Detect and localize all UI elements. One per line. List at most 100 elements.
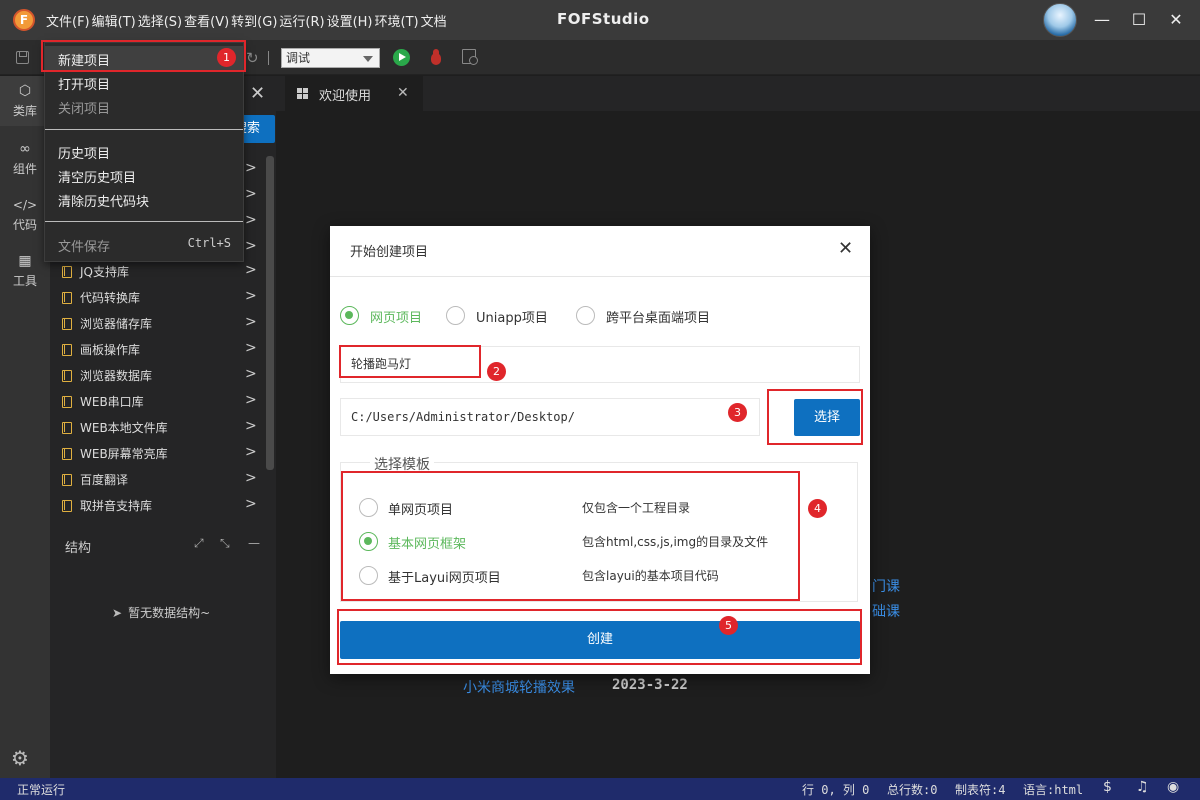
chevron-right-icon: > — [245, 444, 257, 460]
menu-item-save-file[interactable]: 文件保存 Ctrl+S — [45, 232, 243, 256]
chevron-right-icon: > — [245, 314, 257, 330]
radio-uniapp-project[interactable] — [446, 306, 465, 325]
chevron-right-icon: > — [245, 496, 257, 512]
radio-label[interactable]: Uniapp项目 — [476, 307, 548, 326]
language-mode[interactable]: 语言:html — [1023, 781, 1083, 798]
list-item[interactable]: WEB屏幕常亮库 > — [50, 440, 264, 466]
list-item[interactable]: 画板操作库 > — [50, 336, 264, 362]
menu-item-open-project[interactable]: 打开项目 — [45, 70, 243, 94]
annotation-box — [337, 609, 862, 665]
example-link[interactable]: 小米商城轮播效果 — [463, 677, 575, 697]
annotation-badge: 3 — [728, 403, 747, 422]
menu-item-label: 清空历史项目 — [58, 171, 137, 186]
run-mode-select[interactable]: 调试 — [281, 48, 380, 68]
search-button[interactable]: 搜索 — [242, 115, 275, 143]
list-item[interactable]: 浏览器储存库 > — [50, 310, 264, 336]
activity-item-components[interactable]: ∞ 组件 — [0, 134, 50, 184]
menu-divider — [45, 129, 243, 130]
structure-title: 结构 — [65, 541, 92, 556]
menu-item-close-project[interactable]: 关闭项目 — [45, 94, 243, 118]
library-item-label: WEB屏幕常亮库 — [80, 447, 168, 461]
app-title: FOFStudio — [557, 10, 650, 28]
dollar-icon[interactable]: $ — [1103, 779, 1112, 795]
title-bar: F 文件(F) 编辑(T) 选择(S) 查看(V) 转到(G) 运行(R) 设置… — [0, 0, 1200, 40]
menu-item-label: 清除历史代码块 — [58, 195, 150, 210]
menu-goto[interactable]: 转到(G) — [231, 11, 277, 30]
tab-size[interactable]: 制表符:4 — [955, 781, 1005, 798]
redo-icon[interactable]: ↻ — [246, 49, 259, 67]
activity-item-tools[interactable]: ▦ 工具 — [0, 246, 50, 296]
activity-item-library[interactable]: ⬡ 类库 — [0, 76, 50, 126]
library-item-label: 取拼音支持库 — [80, 499, 153, 513]
tab-close-icon[interactable]: ✕ — [397, 85, 409, 101]
minimize-panel-icon[interactable]: — — [248, 536, 260, 550]
radio-label[interactable]: 跨平台桌面端项目 — [606, 307, 710, 326]
list-item[interactable]: 取拼音支持库 > — [50, 492, 264, 518]
cube-icon: ⬡ — [18, 83, 32, 99]
course-link[interactable]: 础课 — [872, 601, 900, 621]
menu-file[interactable]: 文件(F) — [46, 11, 90, 30]
book-icon — [62, 318, 72, 330]
radio-web-project[interactable] — [340, 306, 359, 325]
close-icon[interactable]: ✕ — [838, 238, 853, 259]
library-item-label: WEB本地文件库 — [80, 421, 168, 435]
run-play-icon[interactable] — [393, 49, 410, 66]
tab-welcome[interactable]: 欢迎使用 ✕ — [285, 76, 423, 111]
close-icon[interactable]: ✕ — [250, 83, 265, 104]
library-item-label: 画板操作库 — [80, 343, 141, 357]
send-icon: ➤ — [112, 606, 123, 620]
menu-item-clear-code-blocks[interactable]: 清除历史代码块 — [45, 187, 243, 211]
menu-select[interactable]: 选择(S) — [138, 11, 182, 30]
course-link[interactable]: 门课 — [872, 576, 900, 596]
book-icon — [62, 344, 72, 356]
project-path-input[interactable]: C:/Users/Administrator/Desktop/ — [340, 398, 760, 436]
chevron-right-icon: > — [245, 418, 257, 434]
radio-label[interactable]: 网页项目 — [370, 307, 422, 326]
menu-view[interactable]: 查看(V) — [184, 11, 229, 30]
activity-item-code[interactable]: </> 代码 — [0, 190, 50, 240]
annotation-badge: 1 — [217, 48, 236, 67]
cursor-position[interactable]: 行 0, 列 0 — [802, 781, 869, 798]
list-item[interactable]: 代码转换库 > — [50, 284, 264, 310]
run-mode-value: 调试 — [286, 51, 311, 65]
gear-icon[interactable]: ⚙ — [11, 746, 29, 770]
maximize-button[interactable]: ☐ — [1127, 8, 1151, 32]
menu-settings[interactable]: 设置(H) — [327, 11, 373, 30]
user-avatar[interactable] — [1043, 3, 1077, 37]
structure-panel-header: 结构 ⤢ ⤡ — — [50, 530, 276, 560]
menu-environment[interactable]: 环境(T) — [375, 11, 419, 30]
library-item-label: WEB串口库 — [80, 395, 144, 409]
radio-desktop-project[interactable] — [576, 306, 595, 325]
menu-item-history-projects[interactable]: 历史项目 — [45, 139, 243, 163]
expand-icon[interactable]: ⤢ — [194, 536, 204, 551]
chevron-right-icon: > — [245, 470, 257, 486]
book-icon — [62, 266, 72, 278]
notification-icon[interactable]: ◉ — [1167, 779, 1179, 795]
inspect-icon[interactable] — [462, 49, 478, 65]
list-item[interactable]: 浏览器数据库 > — [50, 362, 264, 388]
chevron-down-icon — [363, 56, 373, 62]
annotation-box — [339, 345, 481, 378]
chevron-right-icon: > — [245, 212, 257, 228]
menu-edit[interactable]: 编辑(T) — [92, 11, 136, 30]
annotation-badge: 4 — [808, 499, 827, 518]
debug-bug-icon[interactable] — [428, 48, 444, 66]
list-item[interactable]: WEB本地文件库 > — [50, 414, 264, 440]
list-item[interactable]: 百度翻译 > — [50, 466, 264, 492]
menu-divider — [45, 221, 243, 222]
minimize-button[interactable]: — — [1090, 8, 1114, 32]
total-lines: 总行数:0 — [887, 783, 938, 797]
dialog-divider — [330, 276, 870, 277]
collapse-icon[interactable]: ⤡ — [220, 536, 230, 551]
menu-item-label: 历史项目 — [58, 147, 111, 162]
bell-icon[interactable]: ♫ — [1136, 779, 1149, 795]
save-icon[interactable] — [16, 51, 29, 64]
menu-docs[interactable]: 文档 — [421, 11, 447, 30]
sidebar-scrollbar[interactable] — [266, 156, 274, 470]
empty-structure-text: 暂无数据结构~ — [128, 606, 211, 620]
close-window-button[interactable]: ✕ — [1164, 8, 1188, 32]
menu-run[interactable]: 运行(R) — [279, 11, 324, 30]
annotation-box — [767, 389, 863, 445]
list-item[interactable]: WEB串口库 > — [50, 388, 264, 414]
menu-item-clear-history[interactable]: 清空历史项目 — [45, 163, 243, 187]
